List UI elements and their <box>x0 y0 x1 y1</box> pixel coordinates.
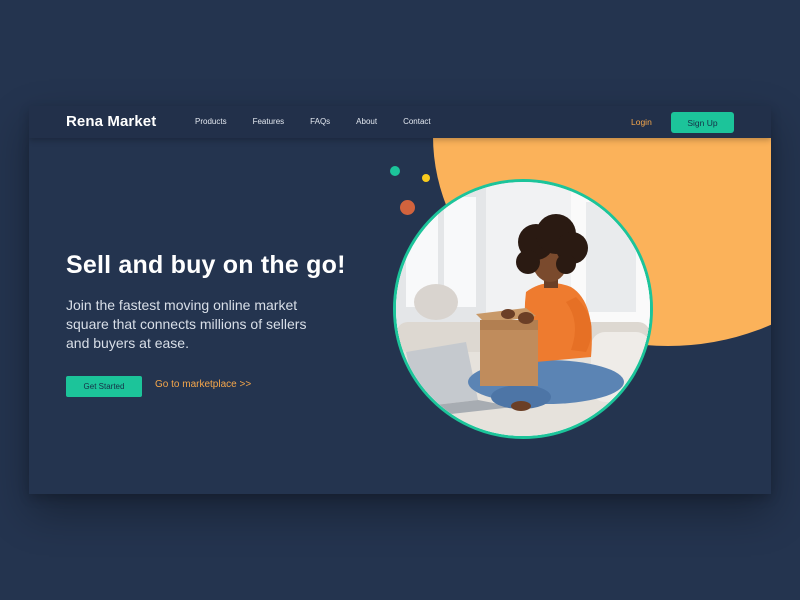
landing-page-frame: Rena Market Products Features FAQs About… <box>29 106 771 494</box>
get-started-button[interactable]: Get Started <box>66 376 142 397</box>
green-dot-decoration <box>390 166 400 176</box>
nav-link-about[interactable]: About <box>356 117 377 126</box>
nav-link-features[interactable]: Features <box>253 117 285 126</box>
hero-title: Sell and buy on the go! <box>66 251 346 279</box>
hero-photo <box>393 179 653 439</box>
login-link[interactable]: Login <box>631 117 652 127</box>
nav-link-faqs[interactable]: FAQs <box>310 117 330 126</box>
yellow-dot-decoration <box>422 174 430 182</box>
nav-link-contact[interactable]: Contact <box>403 117 431 126</box>
signup-button[interactable]: Sign Up <box>671 112 734 133</box>
nav-link-products[interactable]: Products <box>195 117 227 126</box>
nav-links: Products Features FAQs About Contact <box>195 117 457 126</box>
hero-description: Join the fastest moving online market sq… <box>66 297 307 351</box>
red-dot-decoration <box>400 200 415 215</box>
go-to-marketplace-link[interactable]: Go to marketplace >> <box>155 379 251 390</box>
brand-logo[interactable]: Rena Market <box>66 113 156 130</box>
top-navbar: Rena Market Products Features FAQs About… <box>29 106 771 138</box>
